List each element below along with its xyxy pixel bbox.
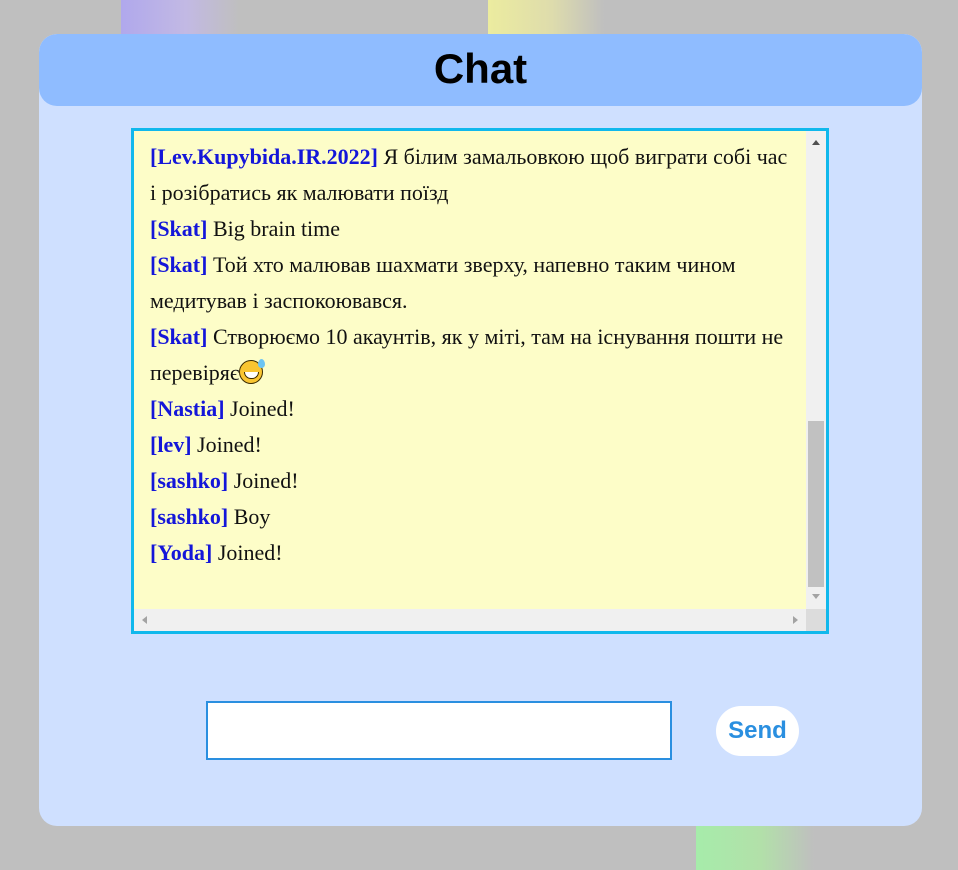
message-text: Той хто малював шахмати зверху, напевно …: [150, 252, 736, 313]
message-input[interactable]: [206, 701, 672, 760]
chat-header: Chat: [39, 34, 922, 106]
message-item: [sashko] Joined!: [150, 463, 796, 499]
message-text: Big brain time: [212, 216, 341, 241]
message-text: Joined!: [217, 540, 283, 565]
horizontal-scrollbar[interactable]: [134, 609, 806, 631]
message-list: [Lev.Kupybida.IR.2022] Я білим замальовк…: [134, 131, 806, 571]
message-username: [Yoda]: [150, 540, 213, 565]
message-item: [Yoda] Joined!: [150, 535, 796, 571]
message-username: [Skat]: [150, 324, 208, 349]
message-username: [sashko]: [150, 504, 229, 529]
send-button[interactable]: Send: [716, 706, 799, 756]
resize-corner: [806, 609, 826, 631]
message-username: [Nastia]: [150, 396, 225, 421]
message-text: Boy: [233, 504, 271, 529]
background-swatch-yellow: [488, 0, 604, 36]
grinning-sweat-emoji-icon: [239, 359, 266, 384]
message-item: [sashko] Boy: [150, 499, 796, 535]
message-text: Joined!: [197, 432, 262, 457]
page-title: Chat: [433, 45, 528, 92]
message-username: [Lev.Kupybida.IR.2022]: [150, 144, 378, 169]
scroll-down-arrow-icon[interactable]: [812, 594, 820, 599]
background-swatch-green: [696, 826, 814, 870]
message-item: [Skat] Big brain time: [150, 211, 796, 247]
message-item: [lev] Joined!: [150, 427, 796, 463]
chat-panel: Chat [Lev.Kupybida.IR.2022] Я білим зама…: [39, 34, 922, 826]
message-username: [Skat]: [150, 216, 208, 241]
chat-log: [Lev.Kupybida.IR.2022] Я білим замальовк…: [131, 128, 829, 634]
message-username: [lev]: [150, 432, 192, 457]
message-text: Joined!: [233, 468, 299, 493]
message-item: [Lev.Kupybida.IR.2022] Я білим замальовк…: [150, 139, 796, 211]
scroll-right-arrow-icon[interactable]: [793, 616, 798, 624]
scroll-up-arrow-icon[interactable]: [812, 140, 820, 145]
message-item: [Skat] Той хто малював шахмати зверху, н…: [150, 247, 796, 319]
message-username: [Skat]: [150, 252, 208, 277]
background-swatch-purple: [121, 0, 239, 36]
message-text: Joined!: [230, 396, 295, 421]
vertical-scroll-thumb[interactable]: [808, 421, 824, 587]
vertical-scrollbar[interactable]: [806, 131, 826, 609]
chat-log-viewport[interactable]: [Lev.Kupybida.IR.2022] Я білим замальовк…: [134, 131, 806, 609]
message-username: [sashko]: [150, 468, 229, 493]
message-item: [Skat] Створюємо 10 акаунтів, як у міті,…: [150, 319, 796, 391]
message-item: [Nastia] Joined!: [150, 391, 796, 427]
scroll-left-arrow-icon[interactable]: [142, 616, 147, 624]
